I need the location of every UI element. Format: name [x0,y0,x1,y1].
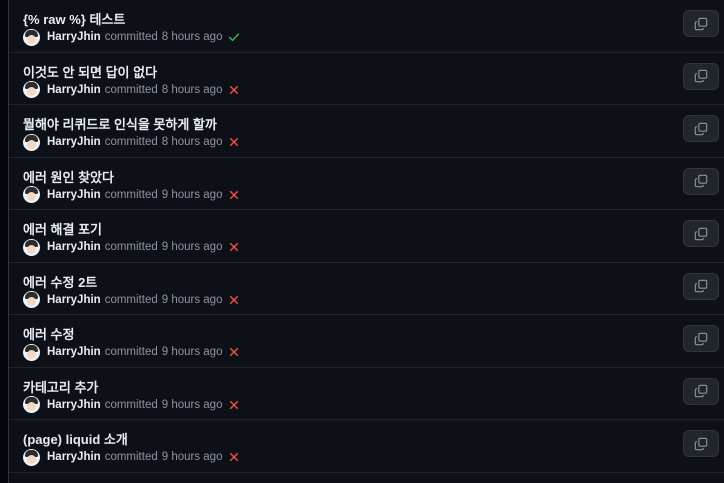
avatar[interactable] [23,81,40,98]
commit-meta: HarryJhin committed 8 hours ago [23,28,240,46]
author-link[interactable]: HarryJhin [47,31,101,43]
commit-time: 8 hours ago [161,83,223,96]
copy-sha-button[interactable] [683,220,719,247]
x-icon[interactable] [228,241,240,253]
copy-icon [694,437,708,451]
check-icon[interactable] [228,31,240,43]
avatar[interactable] [23,448,40,466]
x-icon[interactable] [228,136,240,148]
commit-title-link[interactable]: 에러 수정 2트 [23,272,97,291]
x-icon[interactable] [228,84,240,96]
commit-meta: HarryJhin committed 9 hours ago [23,343,240,361]
copy-icon [694,122,708,136]
commit-meta: HarryJhin committed 8 hours ago [23,133,240,151]
commit-time: 9 hours ago [161,346,223,358]
copy-icon [694,227,708,241]
avatar[interactable] [23,396,40,413]
copy-sha-button[interactable] [683,377,719,405]
commit-title-link[interactable]: 에러 수정 [23,324,74,343]
commit-title-link[interactable]: (page) liquid 소개 [23,429,128,448]
copy-sha-button[interactable] [683,325,719,352]
copy-sha-button[interactable] [683,10,719,37]
commit-action-text: committed [104,188,158,201]
avatar[interactable] [23,343,40,361]
avatar[interactable] [23,28,40,46]
author-link[interactable]: HarryJhin [47,294,101,306]
commit-row: 에러 원인 찾았다 HarryJhin committed 9 hours ag… [9,158,724,210]
author-link[interactable]: HarryJhin [47,346,101,358]
commit-row: 에러 수정 2트 HarryJhin committed 9 hours ago [9,263,724,315]
author-link[interactable]: HarryJhin [47,84,101,96]
copy-icon [694,174,708,188]
author-link[interactable]: HarryJhin [47,241,101,253]
copy-sha-button[interactable] [683,272,719,300]
commit-time: 9 hours ago [161,188,223,201]
commit-time: 8 hours ago [161,136,223,148]
author-link[interactable]: HarryJhin [47,399,101,411]
commit-row: 에러 해결 포기 HarryJhin committed 9 hours ago [9,210,724,263]
x-icon[interactable] [228,346,240,358]
copy-icon [694,279,708,293]
commit-time: 9 hours ago [161,451,223,463]
commit-title-link[interactable]: 카테고리 추가 [23,377,98,396]
commit-meta: HarryJhin committed 9 hours ago [23,448,240,466]
commit-meta: HarryJhin committed 9 hours ago [23,186,240,204]
commit-row: {% raw %} 테스트 HarryJhin committed 8 hour… [9,0,724,53]
commit-row: 카테고리 추가 HarryJhin committed 9 hours ago [9,368,724,420]
commit-action-text: committed [104,31,158,43]
copy-icon [694,384,708,398]
commit-row: 뭘해야 리퀴드로 인식을 못하게 할까 HarryJhin committed … [9,105,724,158]
avatar[interactable] [23,133,40,151]
commit-action-text: committed [104,451,158,463]
commit-row: 이것도 안 되면 답이 없다 HarryJhin committed 8 hou… [9,53,724,105]
x-icon[interactable] [228,451,240,463]
commit-action-text: committed [104,241,158,253]
commit-time: 8 hours ago [161,31,223,43]
commit-title-link[interactable]: 이것도 안 되면 답이 없다 [23,62,157,81]
commit-time: 9 hours ago [161,293,223,306]
commit-row: 에러 수정 HarryJhin committed 9 hours ago [9,315,724,368]
commit-action-text: committed [104,398,158,411]
commit-time: 9 hours ago [161,398,223,411]
commit-meta: HarryJhin committed 9 hours ago [23,396,240,414]
commit-title-link[interactable]: 에러 원인 찾았다 [23,167,114,186]
avatar[interactable] [23,291,40,308]
commit-title-link[interactable]: {% raw %} 테스트 [23,9,125,28]
commit-meta: HarryJhin committed 9 hours ago [23,238,240,256]
commit-action-text: committed [104,83,158,96]
author-link[interactable]: HarryJhin [47,451,101,463]
x-icon[interactable] [228,294,240,306]
author-link[interactable]: HarryJhin [47,136,101,148]
copy-sha-button[interactable] [683,167,719,195]
copy-sha-button[interactable] [683,62,719,90]
copy-icon [694,332,708,346]
avatar[interactable] [23,238,40,256]
commit-row: (page) liquid 소개 HarryJhin committed 9 h… [9,420,724,473]
x-icon[interactable] [228,399,240,411]
copy-icon [694,69,708,83]
copy-icon [694,17,708,31]
commit-title-link[interactable]: 뭘해야 리퀴드로 인식을 못하게 할까 [23,114,217,133]
commit-title-link[interactable]: 에러 해결 포기 [23,219,102,238]
commit-time: 9 hours ago [161,241,223,253]
copy-sha-button[interactable] [683,430,719,457]
commit-action-text: committed [104,136,158,148]
commit-action-text: committed [104,346,158,358]
copy-sha-button[interactable] [683,115,719,142]
x-icon[interactable] [228,189,240,201]
avatar[interactable] [23,186,40,203]
commit-meta: HarryJhin committed 8 hours ago [23,81,240,99]
commit-action-text: committed [104,293,158,306]
commit-meta: HarryJhin committed 9 hours ago [23,291,240,309]
commit-list: {% raw %} 테스트 HarryJhin committed 8 hour… [8,0,724,483]
author-link[interactable]: HarryJhin [47,189,101,201]
